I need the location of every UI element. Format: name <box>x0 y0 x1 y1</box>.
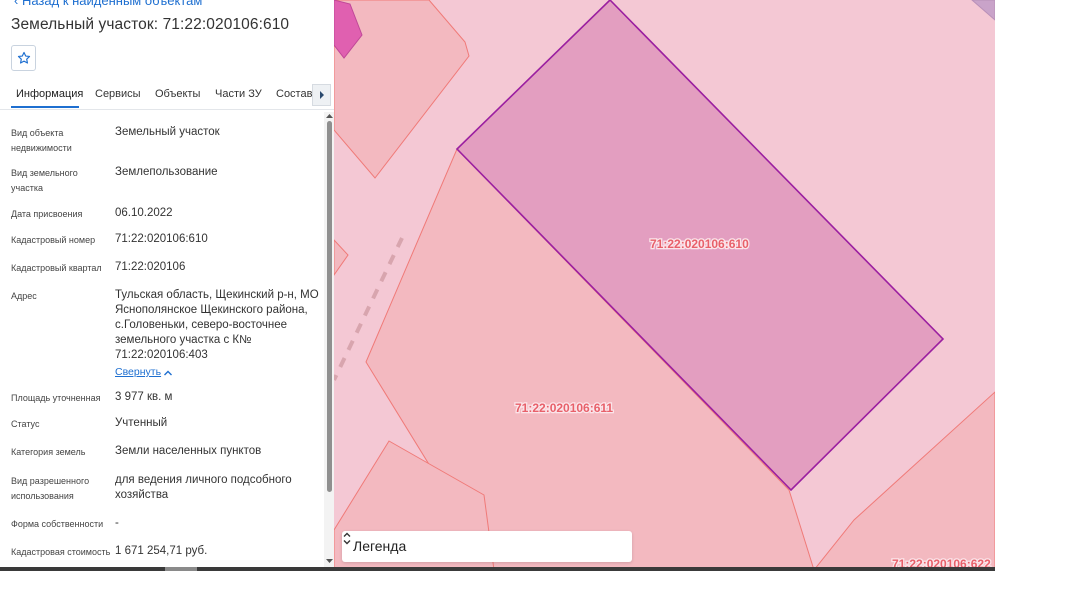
field-label: Кадастровый квартал <box>11 263 102 273</box>
field-label: Вид земельного участка <box>11 168 78 193</box>
field-value: Земельный участок <box>115 126 220 138</box>
parcel-top-right-fragment[interactable] <box>971 0 995 21</box>
field-value: 71:22:020106:610 <box>115 233 208 245</box>
field-label: Вид разрешенного использования <box>11 476 90 501</box>
tab-objects[interactable]: Объекты <box>155 88 200 100</box>
field-value: 06.10.2022 <box>115 207 173 219</box>
field-label: Кадастровая стоимость <box>11 547 111 557</box>
address-value: Тульская область, Щекинский р-н, МО Ясно… <box>115 289 319 361</box>
chevron-up-down-icon <box>343 532 351 545</box>
collapse-address-link[interactable]: Свернуть <box>115 366 161 378</box>
parcel-label-611: 71:22:020106:611 <box>515 401 613 415</box>
scroll-up-icon[interactable] <box>326 113 333 119</box>
back-to-results-link[interactable]: ‹ Назад к найденным объектам <box>14 0 202 8</box>
cadastral-map[interactable]: 71:22:020106:610 71:22:020106:611 71:22:… <box>334 0 995 570</box>
field-value: 71:22:020106 <box>115 261 186 273</box>
field-label: Адрес <box>11 291 37 301</box>
field-label: Категория земель <box>11 447 86 457</box>
field-label: Площадь уточненная <box>11 393 101 403</box>
tabs-scroll-right-button[interactable] <box>312 84 331 106</box>
legend-selector[interactable]: Легенда <box>342 531 632 562</box>
panel-scrollbar-thumb[interactable] <box>327 121 332 492</box>
chevron-right-icon <box>319 91 324 99</box>
field-value: 3 977 кв. м <box>115 391 173 403</box>
field-value: Учтенный <box>115 417 168 429</box>
info-panel: ‹ Назад к найденным объектам Земельный у… <box>0 0 334 570</box>
map-canvas[interactable]: 71:22:020106:610 71:22:020106:611 71:22:… <box>334 0 995 570</box>
tab-composition[interactable]: Состав <box>276 88 312 100</box>
tab-services[interactable]: Сервисы <box>95 88 141 100</box>
field-label: Дата присвоения <box>11 209 83 219</box>
tab-bar: Информация Сервисы Объекты Части ЗУ Сост… <box>0 82 334 110</box>
arrow-left-icon: ‹ <box>14 0 22 8</box>
page-title: Земельный участок: 71:22:020106:610 <box>11 16 290 33</box>
field-value: Землепользование <box>115 166 218 178</box>
tab-information[interactable]: Информация <box>16 88 83 100</box>
tab-parcel-parts[interactable]: Части ЗУ <box>215 88 262 100</box>
field-label: Статус <box>11 419 40 429</box>
scroll-down-icon[interactable] <box>326 558 333 564</box>
field-value: 1 671 254,71 руб. <box>115 545 208 557</box>
field-value: - <box>115 517 119 529</box>
field-label: Кадастровый номер <box>11 235 96 245</box>
parcel-label-610: 71:22:020106:610 <box>650 237 749 251</box>
legend-label: Легенда <box>353 538 407 554</box>
bottom-scrollbar[interactable] <box>0 567 995 571</box>
bottom-scrollbar-thumb[interactable] <box>165 567 197 571</box>
field-label: Вид объекта недвижимости <box>11 128 72 153</box>
field-value: Земли населенных пунктов <box>115 445 262 457</box>
field-value: для ведения личного подсобного хозяйства <box>115 474 292 501</box>
field-label: Форма собственности <box>11 519 104 529</box>
chevron-up-icon[interactable] <box>162 367 174 379</box>
favorite-button[interactable] <box>11 45 36 71</box>
star-icon <box>17 51 30 64</box>
active-tab-indicator <box>11 106 79 108</box>
parcel-left-notch[interactable] <box>334 239 349 276</box>
